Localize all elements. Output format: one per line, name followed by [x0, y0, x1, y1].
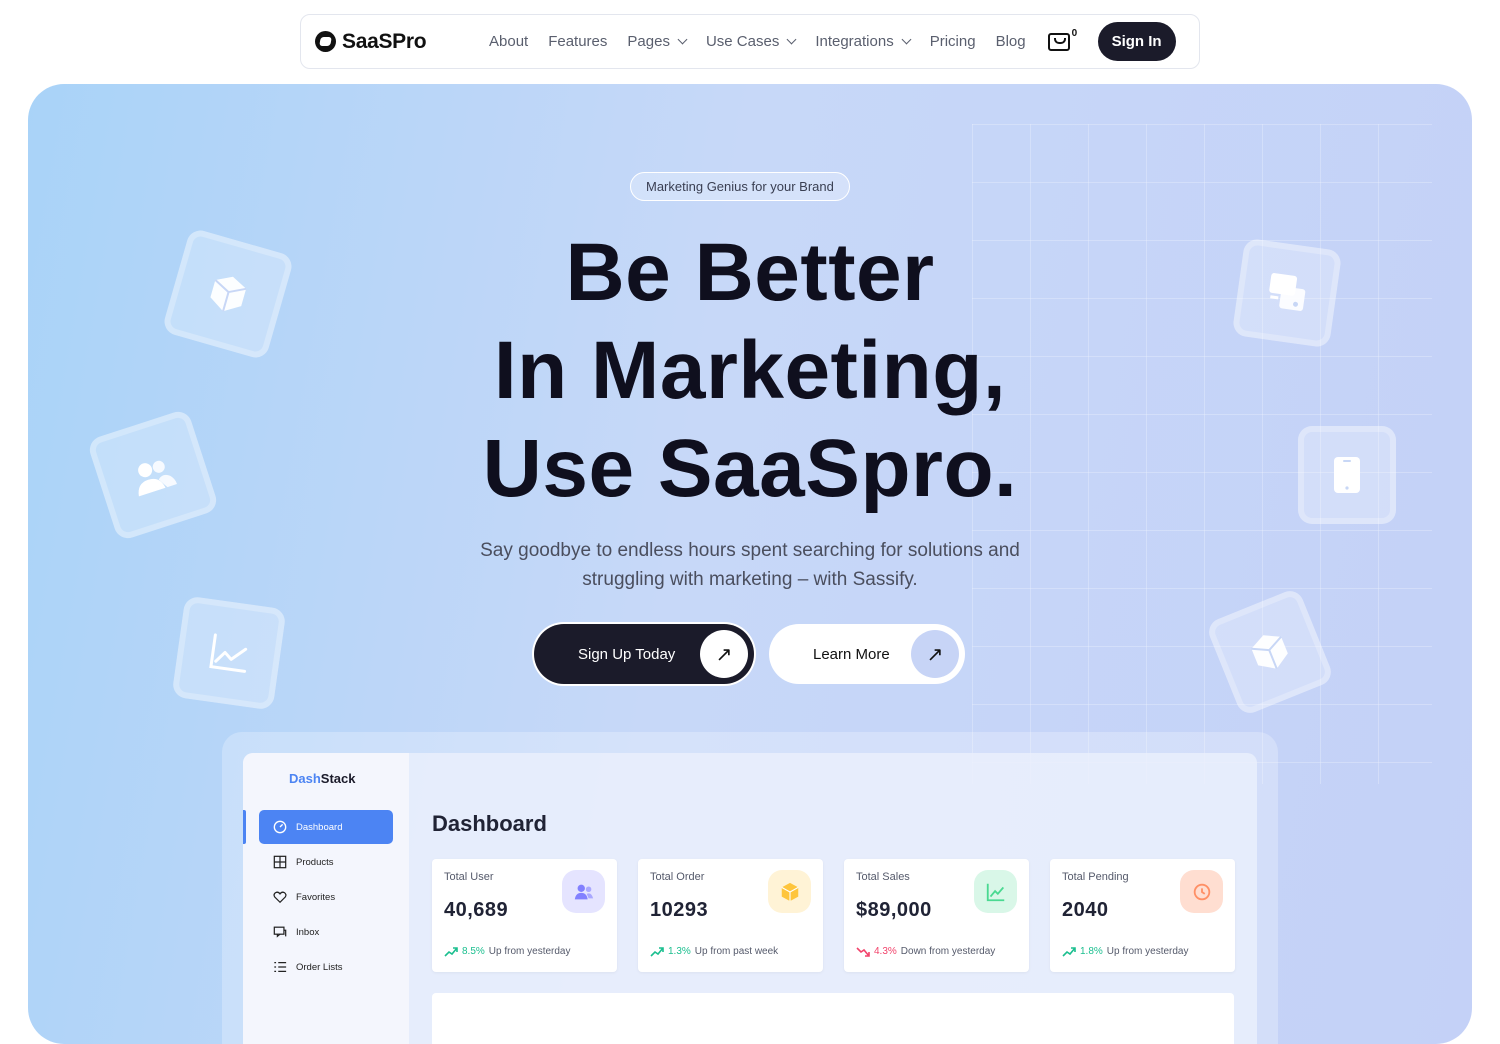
chevron-down-icon — [786, 34, 797, 45]
box-icon — [768, 870, 811, 913]
hero-section: Marketing Genius for your Brand Be Bette… — [28, 84, 1472, 1044]
hero-badge: Marketing Genius for your Brand — [630, 172, 850, 201]
trending-up-icon — [650, 946, 664, 957]
headline-line-3: Use SaaSpro. — [482, 423, 1018, 514]
cart-icon[interactable]: 0 — [1047, 28, 1077, 51]
sign-up-today-button[interactable]: Sign Up Today ↗ — [534, 624, 754, 684]
nav-item-integrations[interactable]: Integrations — [815, 33, 912, 50]
brand-suffix: Stack — [320, 771, 356, 786]
dashboard-preview: DashStack Dashboard Products Favorites I… — [243, 753, 1257, 1044]
trending-down-icon — [856, 946, 870, 957]
stat-card: Total Order 10293 1.3% Up from past week — [638, 859, 823, 972]
nav-item-use-cases[interactable]: Use Cases — [705, 33, 797, 50]
grid-icon — [273, 855, 287, 869]
sidebar-item-favorites[interactable]: Favorites — [259, 880, 393, 914]
arrow-up-right-icon: ↗ — [911, 630, 959, 678]
stat-card-trend: 1.3% Up from past week — [650, 946, 778, 957]
subtitle-line-1: Say goodbye to endless hours spent searc… — [480, 540, 1020, 561]
learn-more-button[interactable]: Learn More ↗ — [769, 624, 965, 684]
nav-item-blog[interactable]: Blog — [996, 33, 1026, 50]
trend-percent: 4.3% — [874, 946, 897, 957]
stat-card: Total Sales $89,000 4.3% Down from yester… — [844, 859, 1029, 972]
history-icon — [1180, 870, 1223, 913]
chevron-down-icon — [677, 34, 688, 45]
inbox-icon — [273, 926, 287, 938]
stat-card-trend: 4.3% Down from yesterday — [856, 946, 995, 957]
trend-note: Up from yesterday — [1106, 946, 1189, 957]
cart-count: 0 — [1071, 27, 1078, 39]
stat-card-value: 40,689 — [444, 899, 509, 921]
stat-card-title: Total User — [444, 871, 494, 883]
brand-logo[interactable]: SaaSPro — [315, 30, 475, 54]
active-indicator — [243, 810, 246, 844]
sidebar-item-dashboard[interactable]: Dashboard — [259, 810, 393, 844]
trending-up-icon — [1062, 946, 1076, 957]
hero-subtitle: Say goodbye to endless hours spent searc… — [28, 536, 1472, 594]
trend-percent: 1.3% — [668, 946, 691, 957]
nav-item-pricing[interactable]: Pricing — [930, 33, 976, 50]
users-icon — [562, 870, 605, 913]
dashboard-sidebar: DashStack Dashboard Products Favorites I… — [243, 753, 409, 1044]
trend-note: Down from yesterday — [900, 946, 996, 957]
sidebar-item-label: Order Lists — [296, 961, 343, 973]
sidebar-item-label: Dashboard — [296, 821, 343, 833]
subtitle-line-2: struggling with marketing – with Sassify… — [582, 569, 918, 590]
sidebar-item-label: Favorites — [296, 891, 336, 903]
list-icon — [274, 962, 287, 972]
nav-item-label: Integrations — [815, 33, 894, 50]
sidebar-item-label: Inbox — [296, 926, 320, 938]
stat-card-title: Total Pending — [1062, 871, 1129, 883]
dashboard-title: Dashboard — [432, 811, 547, 836]
stat-card-title: Total Order — [650, 871, 705, 883]
chevron-down-icon — [901, 34, 912, 45]
trend-note: Up from past week — [694, 946, 779, 957]
dashstack-logo: DashStack — [289, 771, 356, 786]
nav-item-label: Use Cases — [705, 33, 780, 50]
dashboard-panel — [432, 993, 1234, 1044]
sign-in-button[interactable]: Sign In — [1097, 22, 1176, 61]
hero-headline: Be Better In Marketing, Use SaaSpro. — [28, 224, 1472, 518]
nav-item-features[interactable]: Features — [548, 33, 607, 50]
trend-percent: 8.5% — [462, 946, 485, 957]
brand-name: SaaSPro — [342, 29, 427, 53]
trend-percent: 1.8% — [1080, 946, 1103, 957]
nav-menu: About Features Pages Use Cases Integrati… — [489, 33, 1026, 50]
nav-item-label: Pricing — [929, 33, 976, 50]
chart-line-icon — [974, 870, 1017, 913]
heart-icon — [273, 891, 287, 904]
chart-line-icon — [171, 595, 287, 711]
learn-more-label: Learn More — [813, 645, 890, 663]
trend-note: Up from yesterday — [488, 946, 571, 957]
trending-up-icon — [444, 946, 458, 957]
stat-card-trend: 1.8% Up from yesterday — [1062, 946, 1189, 957]
nav-item-pages[interactable]: Pages — [627, 33, 688, 50]
logo-mark-icon — [315, 31, 336, 52]
headline-line-2: In Marketing, — [493, 325, 1007, 416]
top-navbar: SaaSPro About Features Pages Use Cases I… — [300, 14, 1200, 69]
sidebar-item-label: Products — [296, 856, 334, 868]
sidebar-item-products[interactable]: Products — [259, 845, 393, 879]
sidebar-item-order-lists[interactable]: Order Lists — [259, 950, 393, 984]
stat-card-title: Total Sales — [856, 871, 910, 883]
stat-card-value: $89,000 — [856, 899, 932, 921]
arrow-up-right-icon: ↗ — [700, 630, 748, 678]
nav-item-label: About — [489, 33, 529, 50]
headline-line-1: Be Better — [565, 227, 935, 318]
nav-item-label: Pages — [627, 33, 670, 50]
nav-item-about[interactable]: About — [489, 33, 528, 50]
stat-card: Total User 40,689 8.5% Up from yesterday — [432, 859, 617, 972]
nav-item-label: Blog — [995, 33, 1026, 50]
sidebar-item-inbox[interactable]: Inbox — [259, 915, 393, 949]
sign-up-label: Sign Up Today — [578, 645, 676, 663]
nav-item-label: Features — [548, 33, 608, 50]
stat-card: Total Pending 2040 1.8% Up from yesterday — [1050, 859, 1235, 972]
stat-card-trend: 8.5% Up from yesterday — [444, 946, 571, 957]
stat-card-value: 10293 — [650, 899, 709, 921]
gauge-icon — [273, 820, 287, 834]
stat-card-value: 2040 — [1062, 899, 1109, 921]
brand-prefix: Dash — [289, 771, 321, 786]
